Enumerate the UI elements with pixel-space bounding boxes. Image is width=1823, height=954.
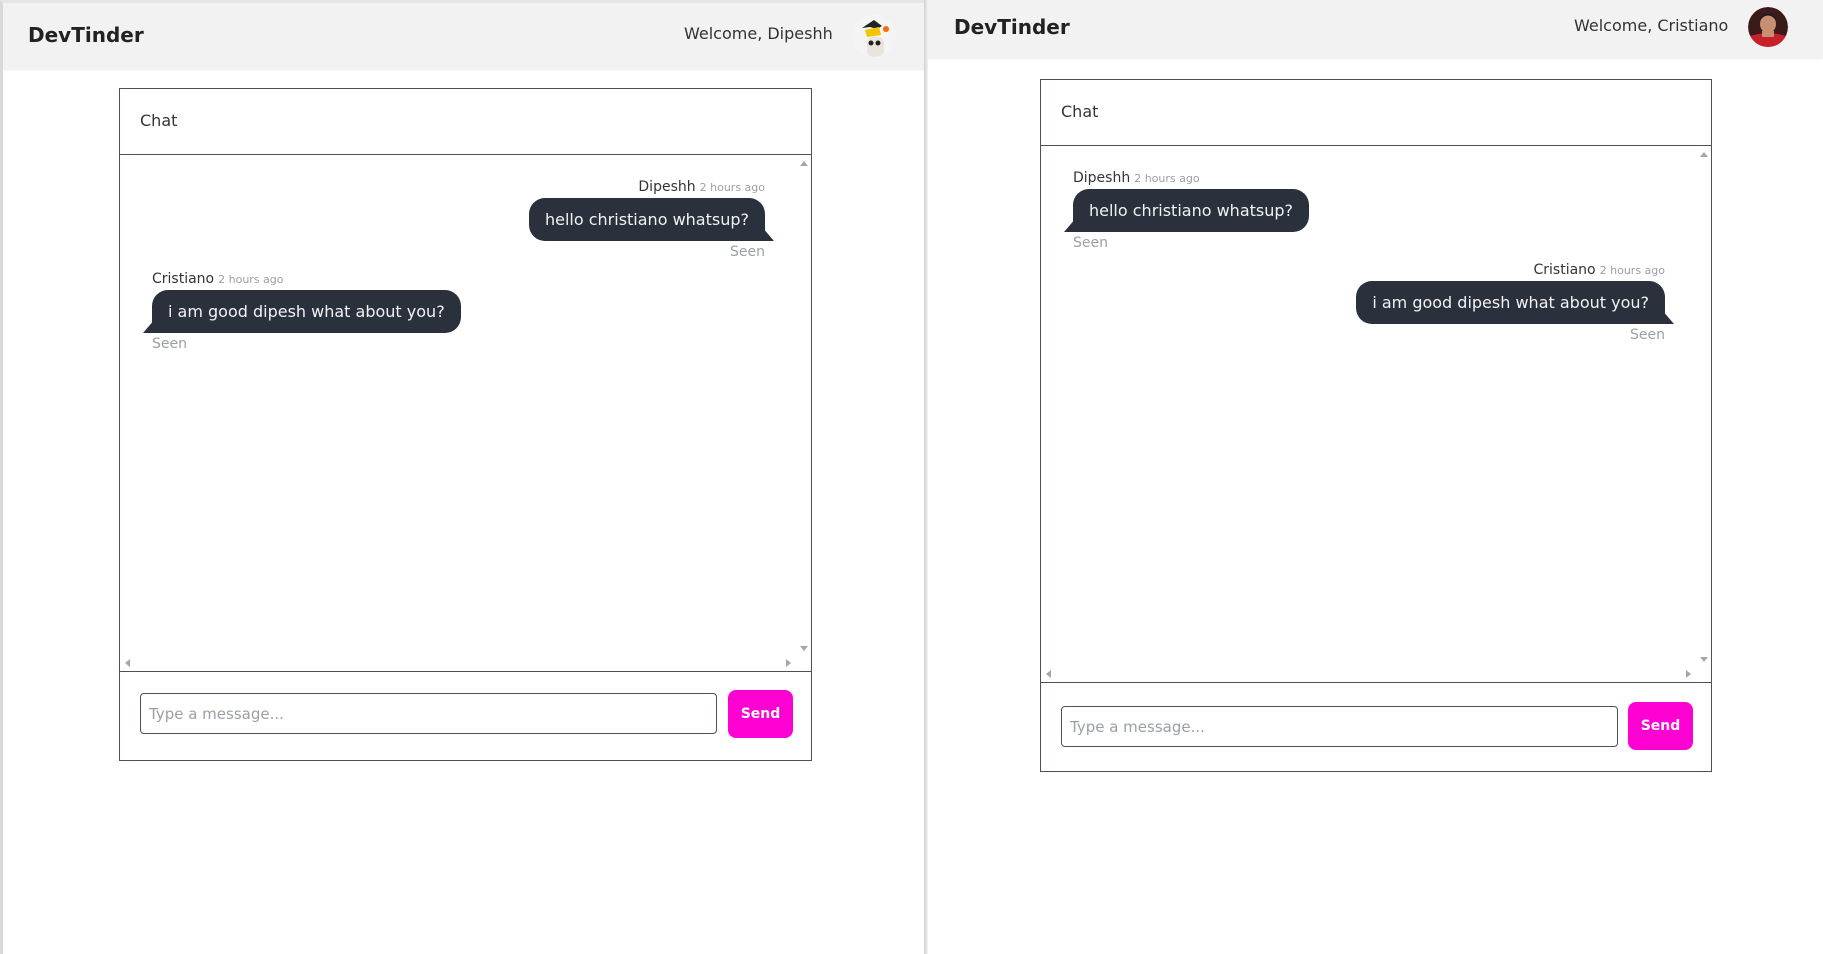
user-avatar[interactable] bbox=[853, 15, 895, 57]
brand-logo[interactable]: DevTinder bbox=[954, 15, 1070, 39]
avatar-image-icon bbox=[1748, 7, 1788, 47]
message-input[interactable] bbox=[1061, 706, 1618, 747]
welcome-text: Welcome, Dipeshh bbox=[684, 24, 833, 43]
message-status: Seen bbox=[1073, 235, 1108, 251]
message-meta: Dipeshh 2 hours ago bbox=[1073, 170, 1309, 186]
chat-title: Chat bbox=[1061, 102, 1099, 121]
message-item: Cristiano 2 hours ago i am good dipesh wh… bbox=[152, 271, 461, 352]
sender-name: Cristiano bbox=[1533, 262, 1596, 278]
message-bubble: i am good dipesh what about you? bbox=[152, 290, 461, 333]
message-bubble: hello christiano whatsup? bbox=[1073, 189, 1310, 232]
message-composer: Send bbox=[1041, 682, 1711, 771]
browser-window-right: DevTinder Welcome, Cristiano Chat Dipesh… bbox=[928, 0, 1823, 954]
message-bubble: hello christiano whatsup? bbox=[528, 198, 765, 241]
scroll-left-icon[interactable] bbox=[1046, 670, 1051, 678]
message-composer: Send bbox=[120, 671, 811, 760]
chat-title: Chat bbox=[140, 111, 178, 130]
scroll-down-icon[interactable] bbox=[800, 646, 808, 651]
message-time: 2 hours ago bbox=[218, 273, 284, 286]
scroll-right-icon[interactable] bbox=[1686, 670, 1691, 678]
sender-name: Dipeshh bbox=[1073, 170, 1131, 186]
send-button[interactable]: Send bbox=[728, 690, 793, 738]
chat-card: Chat Dipeshh 2 hours ago hello christiano… bbox=[119, 88, 812, 761]
message-item: Cristiano 2 hours ago i am good dipesh wh… bbox=[1356, 262, 1665, 343]
message-bubble: i am good dipesh what about you? bbox=[1356, 281, 1665, 324]
scroll-up-icon[interactable] bbox=[1700, 152, 1708, 157]
message-time: 2 hours ago bbox=[1599, 264, 1665, 277]
message-list[interactable]: Dipeshh 2 hours ago hello christiano what… bbox=[120, 155, 811, 672]
navbar: DevTinder Welcome, Dipeshh bbox=[3, 3, 927, 69]
message-status: Seen bbox=[1630, 327, 1665, 343]
message-time: 2 hours ago bbox=[1134, 172, 1200, 185]
scroll-up-icon[interactable] bbox=[800, 161, 808, 166]
chat-header: Chat bbox=[1041, 80, 1711, 146]
chat-card: Chat Dipeshh 2 hours ago hello christiano… bbox=[1040, 79, 1712, 772]
message-input[interactable] bbox=[140, 693, 717, 734]
message-item: Dipeshh 2 hours ago hello christiano what… bbox=[528, 179, 765, 260]
chat-header: Chat bbox=[120, 89, 811, 155]
message-time: 2 hours ago bbox=[699, 181, 765, 194]
browser-window-left: DevTinder Welcome, Dipeshh Chat Dipeshh 2… bbox=[0, 0, 927, 954]
user-avatar[interactable] bbox=[1748, 7, 1788, 47]
brand-logo[interactable]: DevTinder bbox=[28, 23, 144, 47]
message-status: Seen bbox=[730, 244, 765, 260]
scroll-down-icon[interactable] bbox=[1700, 657, 1708, 662]
message-list[interactable]: Dipeshh 2 hours ago hello christiano what… bbox=[1041, 146, 1711, 683]
navbar: DevTinder Welcome, Cristiano bbox=[928, 0, 1823, 58]
message-meta: Cristiano 2 hours ago bbox=[1356, 262, 1666, 278]
sender-name: Cristiano bbox=[152, 271, 215, 287]
message-meta: Dipeshh 2 hours ago bbox=[529, 179, 765, 195]
scroll-right-icon[interactable] bbox=[786, 659, 791, 667]
welcome-text: Welcome, Cristiano bbox=[1574, 16, 1729, 35]
message-status: Seen bbox=[152, 336, 187, 352]
avatar-image-icon bbox=[853, 15, 895, 57]
sender-name: Dipeshh bbox=[638, 179, 696, 195]
message-item: Dipeshh 2 hours ago hello christiano what… bbox=[1073, 170, 1310, 251]
send-button[interactable]: Send bbox=[1628, 702, 1693, 750]
scroll-left-icon[interactable] bbox=[125, 659, 130, 667]
message-meta: Cristiano 2 hours ago bbox=[152, 271, 461, 287]
